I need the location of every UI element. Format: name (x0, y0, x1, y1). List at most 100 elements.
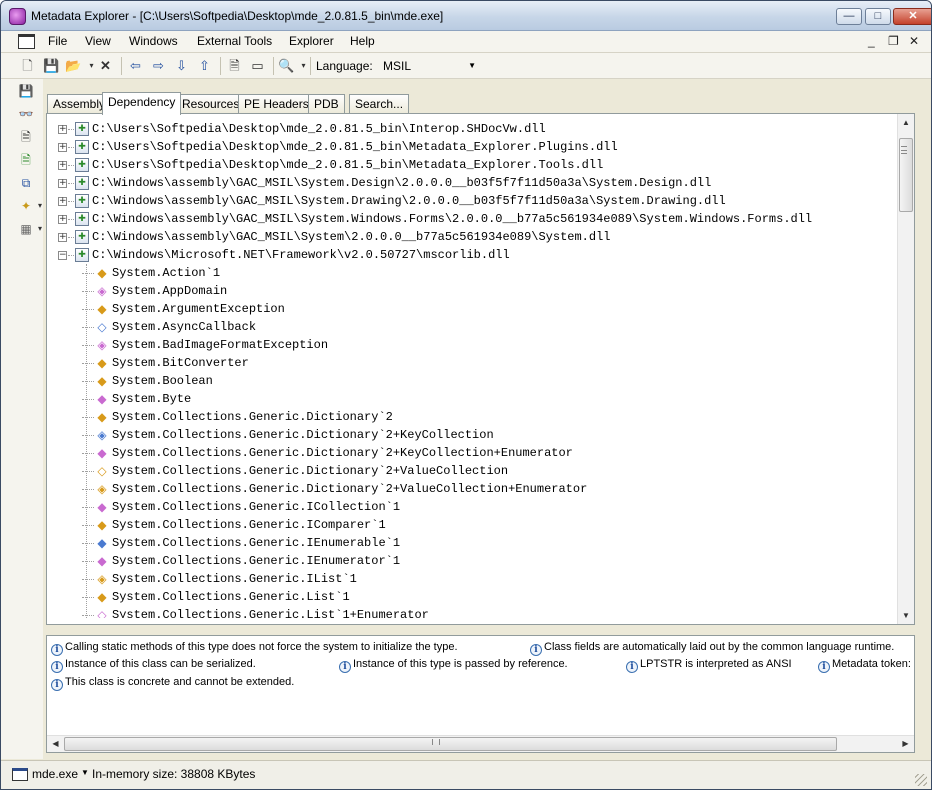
scroll-down-arrow-icon[interactable]: ▼ (898, 607, 914, 624)
toolbar-separator (273, 57, 274, 75)
language-select[interactable]: MSIL ▼ (381, 57, 479, 76)
expand-icon[interactable]: + (58, 161, 67, 170)
expand-icon[interactable]: + (58, 197, 67, 206)
type-icon: ◆ (97, 266, 107, 280)
find-icon[interactable]: 🔍 (278, 57, 295, 74)
expand-icon[interactable]: + (58, 125, 67, 134)
tree-connector (82, 615, 94, 616)
window-icon[interactable] (12, 768, 28, 781)
type-name: System.Action`1 (112, 266, 221, 280)
type-name: System.AsyncCallback (112, 320, 257, 334)
menu-file[interactable]: File (48, 34, 67, 48)
horizontal-scroll-thumb[interactable] (64, 737, 837, 751)
menu-windows[interactable]: Windows (129, 34, 178, 48)
binoculars-icon[interactable]: 👓 (18, 106, 34, 122)
menu-view[interactable]: View (85, 34, 111, 48)
expand-icon[interactable]: + (58, 143, 67, 152)
chevron-down-icon[interactable]: ▼ (81, 768, 89, 777)
app-icon[interactable] (9, 8, 26, 25)
assembly-path: C:\Users\Softpedia\Desktop\mde_2.0.81.5_… (92, 140, 618, 154)
export-up-icon[interactable]: ⇧ (196, 57, 213, 74)
document-icon[interactable] (18, 34, 35, 49)
type-icon: ◈ (97, 284, 107, 298)
tab-dependency[interactable]: Dependency (102, 92, 182, 115)
maximize-button[interactable]: □ (865, 8, 891, 25)
tree-connector (82, 417, 94, 418)
horizontal-scrollbar[interactable]: ◀ ▶ (47, 735, 914, 752)
assembly-icon: ✚ (75, 176, 89, 190)
resize-grip[interactable] (915, 774, 927, 786)
assembly-path: C:\Windows\Microsoft.NET\Framework\v2.0.… (92, 248, 510, 262)
mdi-close-button[interactable]: ✕ (909, 34, 919, 48)
type-icon: ◆ (97, 392, 107, 406)
type-name: System.Collections.Generic.IComparer`1 (112, 518, 386, 532)
tab-pe-headers[interactable]: PE Headers (238, 94, 315, 114)
tab-resources[interactable]: Resources (176, 94, 246, 114)
assembly-icon: ✚ (75, 158, 89, 172)
scroll-left-arrow-icon[interactable]: ◀ (47, 736, 64, 752)
copy-icon[interactable]: ⧉ (18, 175, 34, 191)
status-file[interactable]: mde.exe (32, 767, 78, 781)
tab-search[interactable]: Search... (349, 94, 410, 114)
status-bar: mde.exe ▼ In-memory size: 38808 KBytes (1, 760, 931, 789)
expand-icon[interactable]: + (58, 233, 67, 242)
scroll-right-arrow-icon[interactable]: ▶ (897, 736, 914, 752)
menu-external-tools[interactable]: External Tools (197, 34, 272, 48)
assembly-path: C:\Windows\assembly\GAC_MSIL\System.Desi… (92, 176, 712, 190)
type-name: System.Collections.Generic.List`1+Enumer… (112, 608, 429, 618)
import-down-icon[interactable]: ⇩ (173, 57, 190, 74)
info-message: i Class fields are automatically laid out… (530, 641, 894, 656)
close-button[interactable]: ✕ (893, 8, 931, 25)
back-arrow-icon[interactable]: ⇦ (127, 57, 144, 74)
assembly-icon: ✚ (75, 194, 89, 208)
tree-connector (68, 219, 74, 220)
tree-connector (68, 201, 74, 202)
type-name: System.Collections.Generic.Dictionary`2+… (112, 464, 509, 478)
window-view-icon[interactable]: ▭ (249, 57, 266, 74)
type-name: System.BadImageFormatException (112, 338, 329, 352)
tree-connector (82, 363, 94, 364)
text-view-icon[interactable]: 🗎 (226, 57, 243, 74)
type-icon: ◆ (97, 302, 107, 316)
info-icon: i (530, 644, 542, 656)
dependency-tree[interactable]: + ✚ C:\Users\Softpedia\Desktop\mde_2.0.81.… (58, 120, 890, 618)
assembly-path: C:\Windows\assembly\GAC_MSIL\System.Wind… (92, 212, 813, 226)
type-icon: ◆ (97, 554, 107, 568)
window-title: Metadata Explorer - [C:\Users\Softpedia\… (31, 9, 444, 23)
minimize-button[interactable]: — (836, 8, 862, 25)
tab-pdb[interactable]: PDB (308, 94, 345, 114)
type-icon: ◈ (97, 572, 107, 586)
collapse-icon[interactable]: − (58, 251, 67, 260)
type-name: System.Byte (112, 392, 192, 406)
tree-connector (68, 147, 74, 148)
delete-icon[interactable]: ✕ (97, 57, 114, 74)
type-icon: ◈ (97, 428, 107, 442)
mdi-minimize-button[interactable]: _ (868, 34, 875, 48)
assembly-path: C:\Users\Softpedia\Desktop\mde_2.0.81.5_… (92, 158, 604, 172)
info-message: i Calling static methods of this type doe… (51, 641, 458, 656)
scroll-up-arrow-icon[interactable]: ▲ (898, 114, 914, 131)
forward-arrow-icon[interactable]: ⇨ (150, 57, 167, 74)
new-file-icon[interactable]: 🗋 (19, 57, 36, 74)
green-document-icon[interactable]: 🗎 (18, 152, 34, 168)
type-icon: ◆ (97, 518, 107, 532)
expand-icon[interactable]: + (58, 215, 67, 224)
vertical-scrollbar[interactable]: ▲ ▼ (897, 114, 914, 624)
text-document-icon[interactable]: 🗎 (18, 129, 34, 145)
toolbar: 🗋 💾 📂 ▾ ✕ ⇦ ⇨ ⇩ ⇧ 🗎 ▭ 🔍 ▾ Language: MSIL… (1, 53, 931, 79)
save-icon[interactable]: 💾 (43, 57, 60, 74)
title-bar[interactable]: Metadata Explorer - [C:\Users\Softpedia\… (1, 1, 931, 31)
open-folder-icon[interactable]: 📂 (65, 57, 82, 74)
language-value: MSIL (383, 59, 412, 73)
info-icon: i (51, 644, 63, 656)
type-name: System.Collections.Generic.IEnumerable`1 (112, 536, 401, 550)
tree-connector (82, 489, 94, 490)
mdi-restore-button[interactable]: ❐ (888, 34, 899, 48)
menu-explorer[interactable]: Explorer (289, 34, 334, 48)
tree-connector (68, 165, 74, 166)
save-icon[interactable]: 💾 (18, 83, 34, 99)
menu-help[interactable]: Help (350, 34, 375, 48)
type-icon: ◇ (97, 464, 107, 478)
info-icon: i (51, 661, 63, 673)
expand-icon[interactable]: + (58, 179, 67, 188)
